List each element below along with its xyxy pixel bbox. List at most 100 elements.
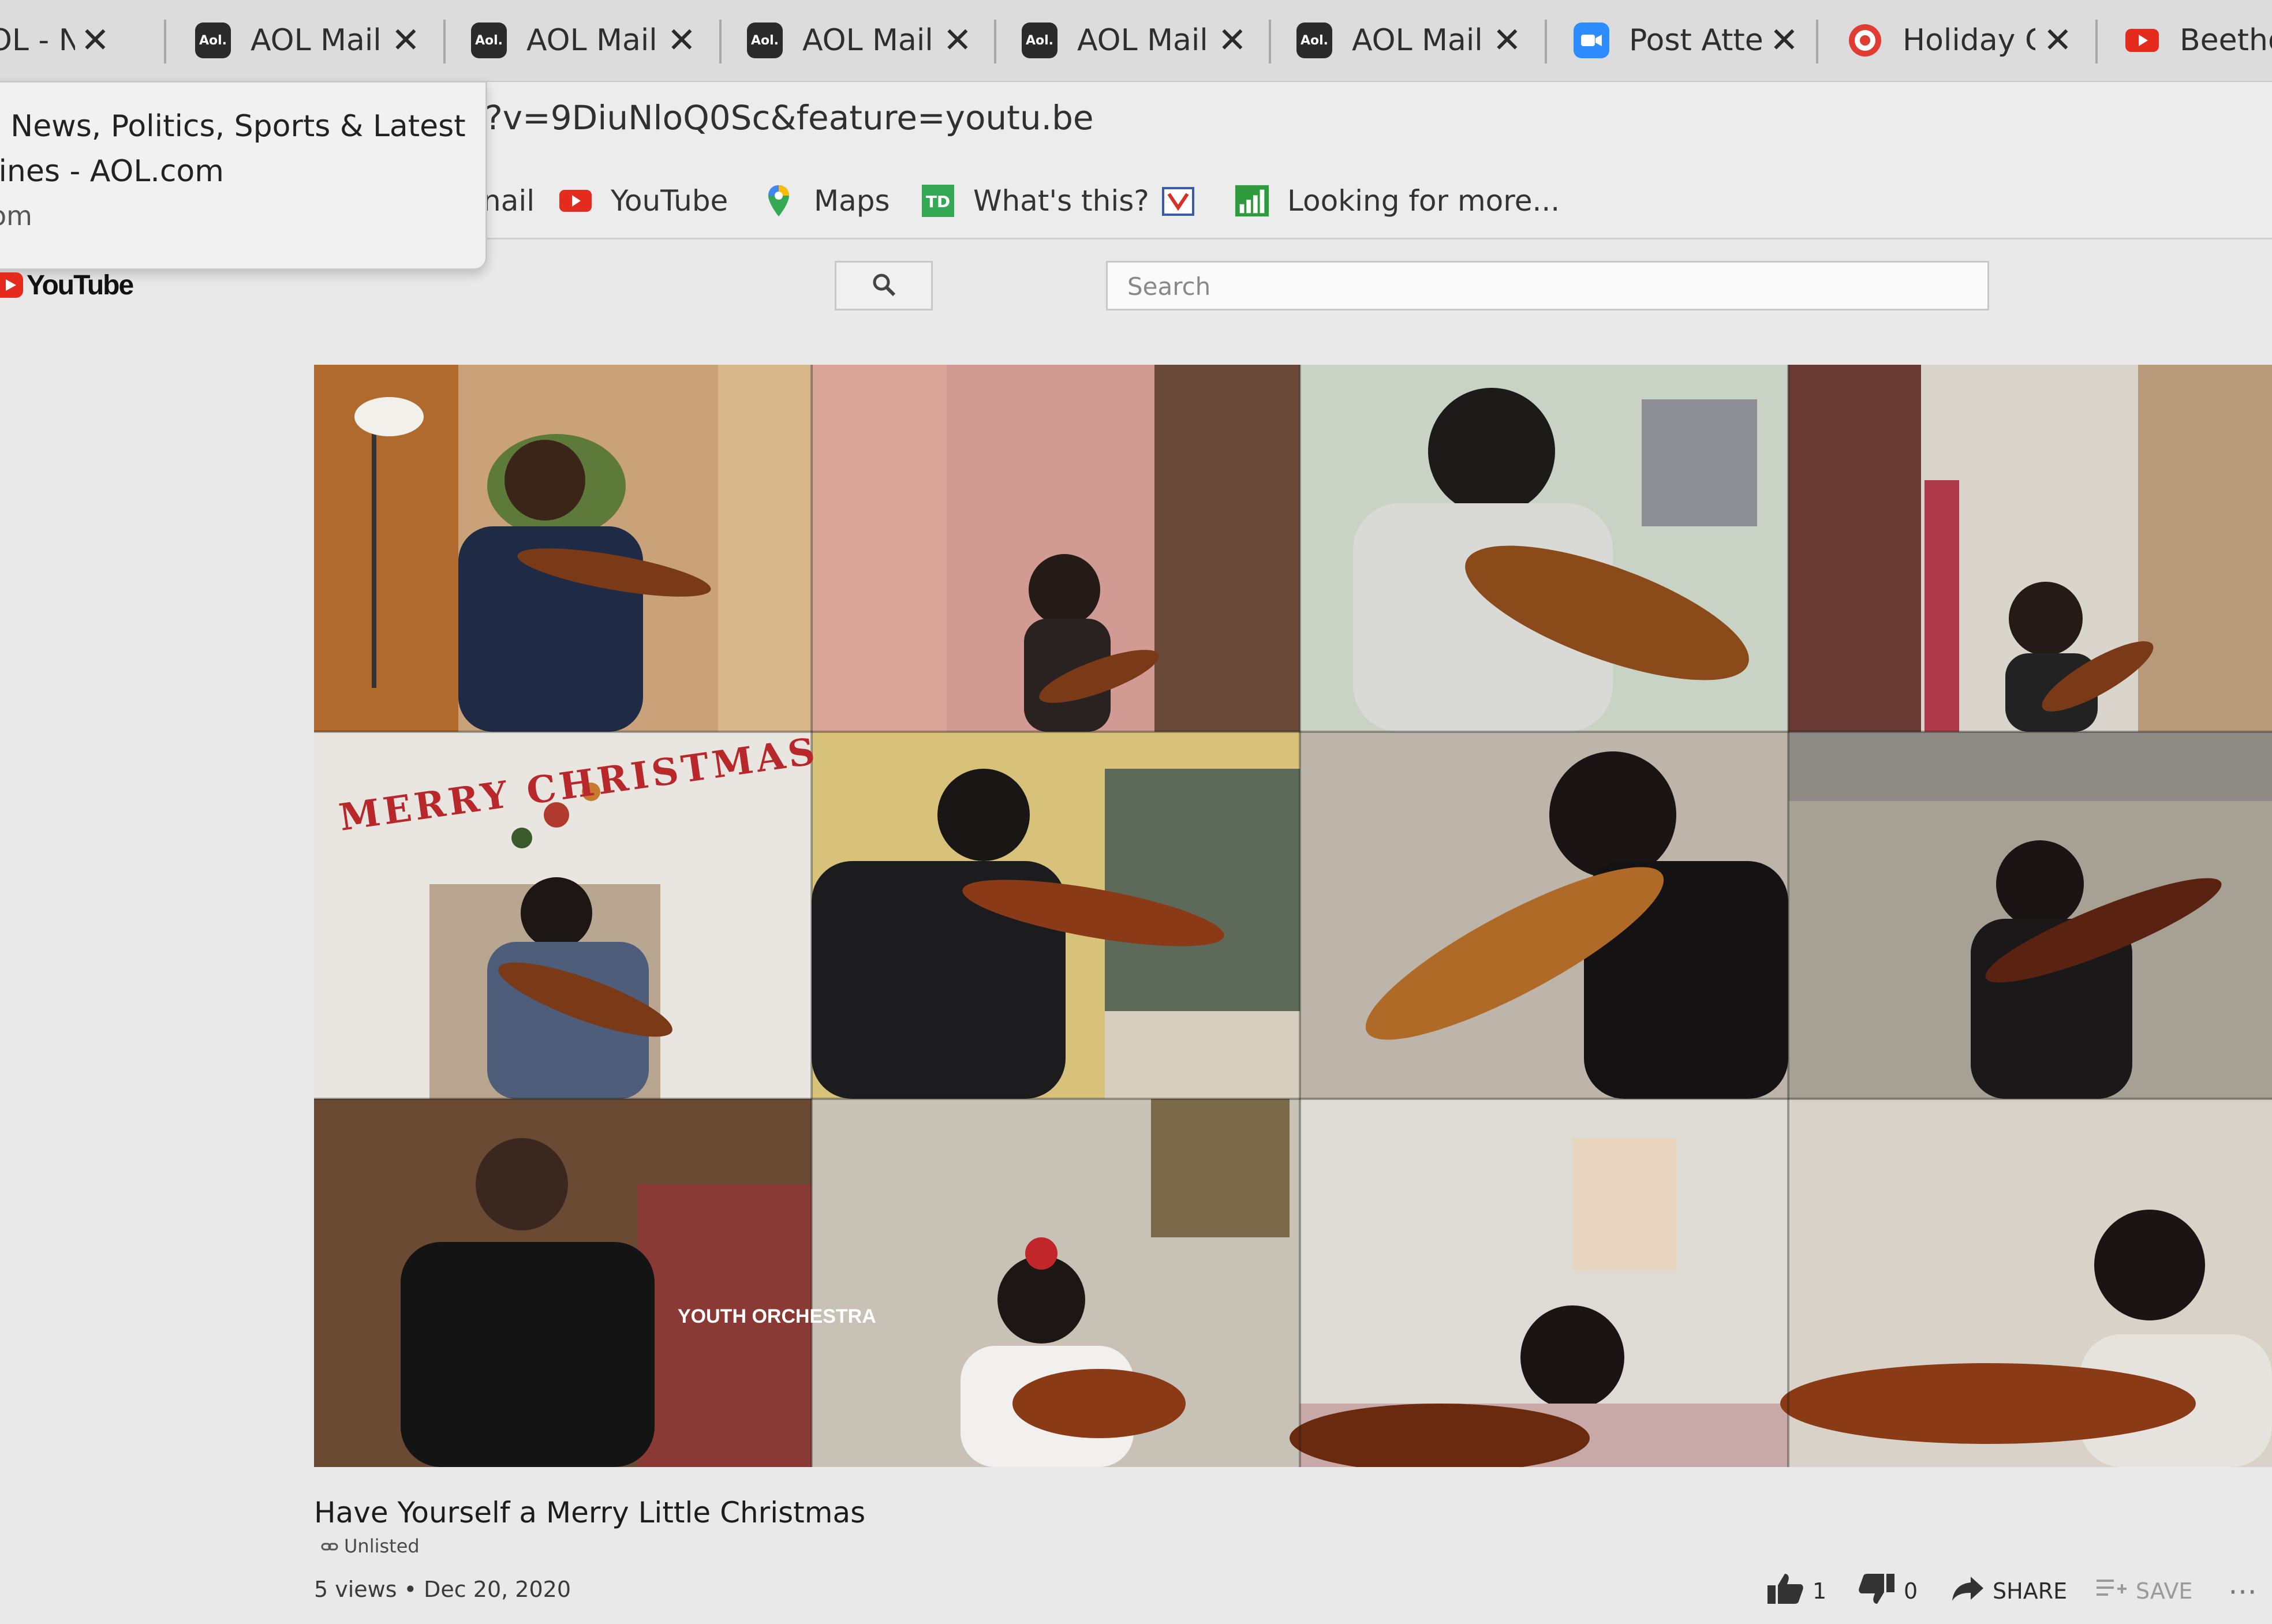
tooltip-line: - News, Politics, Sports & Latest [0,109,466,144]
tab-title: AOL Mail ( [802,23,935,58]
aol-icon: Aol. [1296,23,1332,58]
share-arrow-icon [1951,1576,1985,1607]
svg-text:TD: TD [926,192,950,211]
participant-tile [812,365,1300,732]
maps-pin-icon [761,185,797,217]
tab-title: Post Atten [1629,23,1762,58]
participant-tile [812,1099,1300,1467]
tab-target[interactable]: Holiday C ✕ [1824,8,2095,73]
tab-close-icon[interactable]: ✕ [943,23,972,58]
participant-tile [1300,365,1788,732]
bookmark-label: Looking for more... [1287,184,1560,218]
share-label: SHARE [1993,1578,2068,1604]
bookmark-maps[interactable]: Maps [761,178,890,224]
tab-separator [1545,20,1547,63]
tab-aol-mail[interactable]: Aol. AOL Mail ( ✕ [999,8,1270,73]
video-title: Have Yourself a Merry Little Christmas [314,1496,866,1529]
tab-title: AOL Mail ( [1352,23,1485,58]
tooltip-line: om [0,200,32,231]
browser-tab-strip: OL - New ✕ Aol. AOL Mail ( ✕ Aol. AOL Ma… [0,0,2272,82]
tab-close-icon[interactable]: ✕ [1770,23,1799,58]
video-frame [314,365,2272,1467]
privacy-badge: Unlisted [321,1535,420,1557]
tab-title: AOL Mail ( [251,23,383,58]
tab-separator [2095,20,2098,63]
tab-aol-mail[interactable]: Aol. AOL Mail ( ✕ [724,8,995,73]
tab-separator [1269,20,1271,63]
save-label: SAVE [2136,1578,2193,1604]
youtube-icon [2124,23,2160,58]
bookmark-label: YouTube [611,184,728,218]
view-count: 5 views [314,1577,397,1602]
search-input[interactable] [1108,263,2011,310]
playlist-add-icon [2095,1577,2128,1606]
search-box[interactable] [1106,261,2011,310]
tab-aol-mail[interactable]: Aol. AOL Mail ( ✕ [172,8,443,73]
participant-tile [1290,1099,1788,1467]
bookmark-youtube[interactable]: YouTube [558,178,728,224]
participant-tile [314,365,812,732]
participant-tile [1788,732,2272,1099]
dislike-count: 0 [1904,1578,1918,1604]
participant-tile [812,732,1300,1099]
target-icon [1847,23,1883,58]
aol-icon: Aol. [471,23,507,58]
tab-hover-tooltip: - News, Politics, Sports & Latest lines … [0,81,487,270]
more-dots-icon: ⋯ [2228,1574,2257,1608]
save-button[interactable]: SAVE [2095,1571,2192,1611]
tab-title: AOL Mail ( [1077,23,1210,58]
tab-close-icon[interactable]: ✕ [391,23,420,58]
video-player[interactable]: MERRY CHRISTMAS YOUTH ORCHESTRA [314,365,2272,1467]
td-bank-icon: TD [920,185,956,217]
bookmark-mail[interactable]: nail [483,178,535,224]
tab-title: OL - New [0,23,75,58]
bookmark-more[interactable]: Looking for more... [1234,178,1560,224]
aol-icon: Aol. [1022,23,1057,58]
dislike-button[interactable]: 0 [1858,1571,1918,1611]
thumbs-up-icon [1766,1573,1804,1610]
tab-youtube[interactable]: Beethov [2101,8,2272,73]
more-actions-button[interactable]: ⋯ [2228,1571,2257,1611]
tab-aol-mail[interactable]: Aol. AOL Mail ( ✕ [1273,8,1545,73]
tab-close-icon[interactable]: ✕ [2043,23,2072,58]
tab-close-icon[interactable]: ✕ [667,23,696,58]
tab-close-icon[interactable]: ✕ [1493,23,1522,58]
tab-close-icon[interactable]: ✕ [1218,23,1247,58]
chart-bars-icon [1234,185,1270,217]
bookmark-td[interactable]: TD What's this? [920,178,1149,224]
bookmark-label: What's this? [973,184,1149,218]
tab-separator [994,20,996,63]
youtube-logo[interactable]: YouTube [0,267,134,304]
search-button[interactable] [835,261,933,310]
tab-title: Holiday C [1903,23,2035,58]
bookmark-calendar[interactable] [1160,178,1213,224]
like-button[interactable]: 1 [1766,1571,1826,1611]
poster-text: YOUTH ORCHESTRA [678,1305,876,1327]
aol-icon: Aol. [195,23,231,58]
tab-aol-mail[interactable]: Aol. AOL Mail ( ✕ [448,8,719,73]
privacy-label: Unlisted [344,1535,420,1557]
participant-tile [1300,732,1788,1099]
like-count: 1 [1813,1578,1827,1604]
share-button[interactable]: SHARE [1951,1571,2067,1611]
link-icon [321,1535,338,1557]
bookmark-label: Maps [814,184,890,218]
search-icon [871,272,896,300]
upload-date: Dec 20, 2020 [424,1577,571,1602]
tooltip-line: lines - AOL.com [0,154,224,189]
youtube-logo-text: YouTube [27,270,134,301]
tab-title: Beethov [2180,23,2272,58]
youtube-play-icon [0,272,23,298]
calendar-icon [1160,185,1196,217]
url-text[interactable]: ?v=9DiuNloQ0Sc&feature=youtu.be [485,98,1094,137]
tab-zoom[interactable]: Post Atten ✕ [1550,8,1822,73]
participant-tile [1780,1099,2272,1467]
tab-close-icon[interactable]: ✕ [81,23,110,58]
youtube-icon [558,185,593,217]
zoom-icon [1574,23,1609,58]
aol-icon: Aol. [747,23,783,58]
tab-title: AOL Mail ( [526,23,659,58]
views-and-date: 5 views • Dec 20, 2020 [314,1577,571,1602]
participant-tile [314,1099,812,1467]
thumbs-down-icon [1858,1573,1896,1610]
